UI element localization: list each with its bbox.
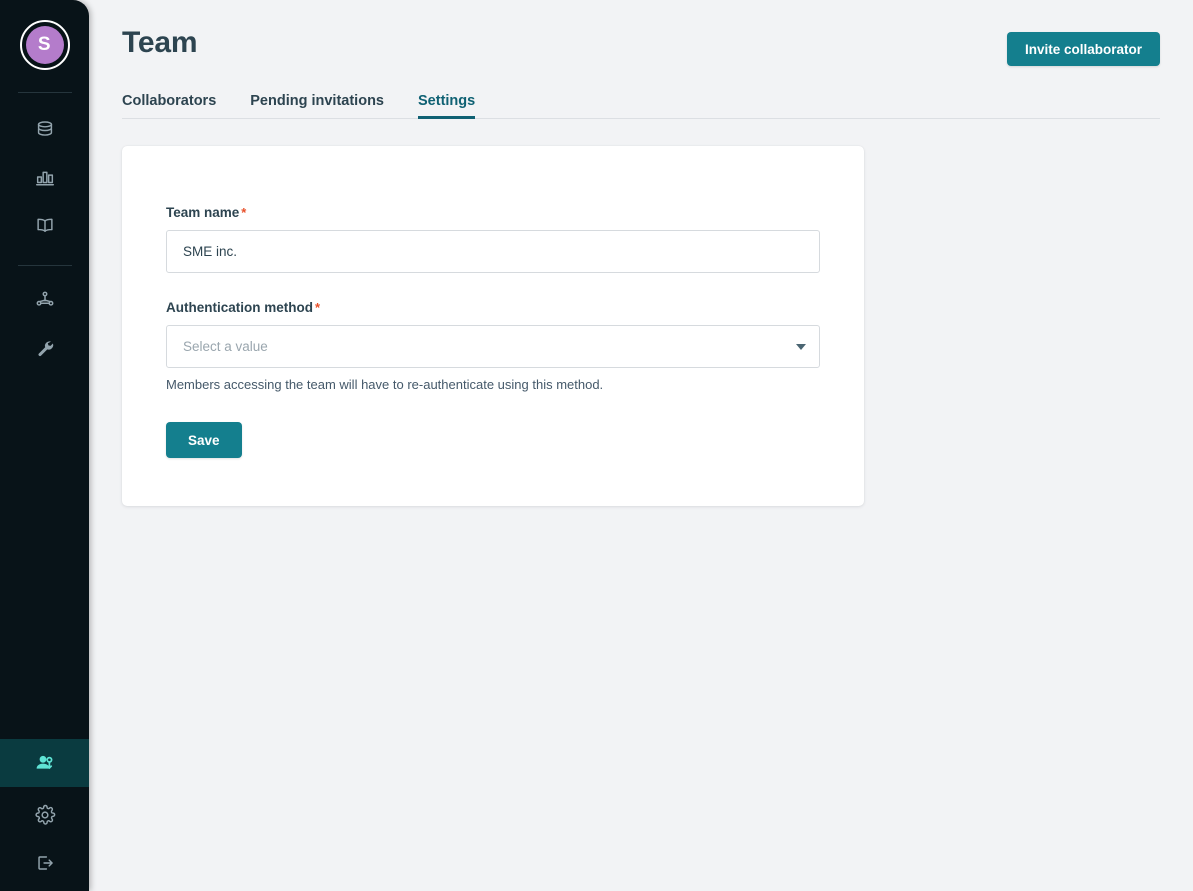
required-asterisk: *	[315, 300, 320, 315]
settings-card: Team name* Authentication method* Select…	[122, 146, 864, 506]
logout-icon	[34, 852, 56, 874]
sidebar-nav-bottom	[0, 739, 89, 891]
sidebar-item-team[interactable]	[0, 739, 89, 787]
team-name-input[interactable]	[166, 230, 820, 273]
sidebar-item-analytics[interactable]	[0, 153, 89, 201]
sidebar-item-settings[interactable]	[0, 791, 89, 839]
bar-chart-icon	[34, 166, 56, 188]
auth-method-helper-text: Members accessing the team will have to …	[166, 377, 820, 392]
sidebar-item-logout[interactable]	[0, 839, 89, 887]
team-name-label: Team name*	[166, 205, 820, 220]
share-nodes-icon	[34, 289, 56, 311]
book-icon	[34, 214, 56, 236]
sidebar-item-documentation[interactable]	[0, 201, 89, 249]
tab-bar: Collaborators Pending invitations Settin…	[122, 87, 1160, 119]
team-icon	[33, 751, 57, 775]
page-title: Team	[122, 26, 197, 59]
sidebar-item-connections[interactable]	[0, 276, 89, 324]
required-asterisk: *	[241, 205, 246, 220]
avatar[interactable]: S	[20, 20, 70, 70]
auth-method-label-text: Authentication method	[166, 300, 313, 315]
main-content: Team Invite collaborator Collaborators P…	[89, 0, 1193, 891]
sidebar-item-datasets[interactable]	[0, 105, 89, 153]
auth-method-select-wrap: Select a value	[166, 325, 820, 368]
auth-method-label: Authentication method*	[166, 300, 820, 315]
page-header: Team Invite collaborator	[122, 0, 1160, 66]
tab-collaborators[interactable]: Collaborators	[122, 93, 216, 118]
auth-method-select[interactable]: Select a value	[166, 325, 820, 368]
wrench-icon	[34, 337, 56, 359]
avatar-initial: S	[26, 26, 64, 64]
sidebar: S	[0, 0, 89, 891]
sidebar-nav-primary	[0, 93, 89, 249]
invite-collaborator-button[interactable]: Invite collaborator	[1007, 32, 1160, 66]
app-root: S	[0, 0, 1193, 891]
sidebar-item-tools[interactable]	[0, 324, 89, 372]
save-button[interactable]: Save	[166, 422, 242, 458]
gear-icon	[34, 804, 56, 826]
field-spacer	[166, 273, 820, 300]
database-icon	[34, 118, 56, 140]
auth-method-placeholder: Select a value	[183, 339, 268, 354]
team-name-field: Team name*	[166, 205, 820, 273]
sidebar-nav-secondary	[0, 266, 89, 372]
tab-pending-invitations[interactable]: Pending invitations	[250, 93, 384, 118]
auth-method-field: Authentication method* Select a value Me…	[166, 300, 820, 392]
team-name-label-text: Team name	[166, 205, 239, 220]
tab-settings[interactable]: Settings	[418, 93, 475, 118]
